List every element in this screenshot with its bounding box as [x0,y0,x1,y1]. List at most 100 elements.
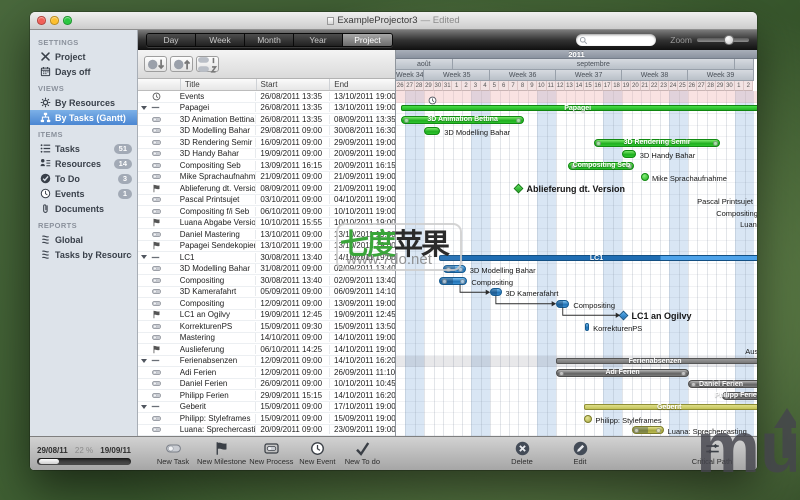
sidebar-item-by-tasks-gantt[interactable]: By Tasks (Gantt) [30,110,137,125]
table-row-ablieferung-dt-version[interactable]: Ablieferung dt. Version08/09/2011 09:002… [138,183,395,195]
column-header-start[interactable]: Start [256,79,330,90]
bar-label: Adi Ferien [605,369,639,376]
table-row-lc1-an-ogilvy[interactable]: LC1 an Ogilvy19/09/2011 12:4519/09/2011 … [138,310,395,322]
search-field[interactable] [576,34,656,46]
table-row-3d-kamerafahrt[interactable]: 3D Kamerafahrt05/09/2011 09:0006/09/2011… [138,287,395,299]
numbering-button[interactable] [196,56,219,72]
table-row-events[interactable]: Events26/08/2011 13:3513/10/2011 19:00 [138,91,395,103]
table-row-3d-handy-bahar[interactable]: 3D Handy Bahar19/09/2011 09:0020/09/2011… [138,149,395,161]
pill-icon [151,115,162,124]
task-bar[interactable] [585,323,589,331]
people-icon [40,158,51,169]
delete-button[interactable]: Delete [501,441,543,466]
sidebar-item-days-off[interactable]: Days off [30,64,137,79]
table-row-papagei[interactable]: Papagei26/08/2011 13:3513/10/2011 19:00 [138,103,395,115]
table-row-compositing-seb[interactable]: Compositing Seb13/09/2011 16:1520/09/201… [138,160,395,172]
scale-tab-day[interactable]: Day [147,34,196,46]
table-row-geberit[interactable]: Geberit15/09/2011 09:0017/10/2011 19:00 [138,402,395,414]
task-bar[interactable] [622,150,636,158]
task-title-cell: Daniel Ferien [180,379,256,388]
new-to-do-button[interactable]: New To do [341,441,383,466]
sidebar-item-documents[interactable]: Documents [30,201,137,216]
table-row-daniel-ferien[interactable]: Daniel Ferien26/09/2011 09:0010/10/2011 … [138,379,395,391]
table-row-pascal-printsujet[interactable]: Pascal Printsujet03/10/2011 09:0004/10/2… [138,195,395,207]
sidebar: SETTINGSProjectDays offVIEWSBy Resources… [30,30,138,436]
sidebar-item-resources[interactable]: Resources14 [30,156,137,171]
scale-tab-week[interactable]: Week [196,34,245,46]
new-process-button[interactable]: New Process [249,441,293,466]
gantt-row-auslieferung: Auslieferung [396,344,757,356]
task-bar[interactable] [424,127,440,135]
sort-descending-button[interactable] [144,56,167,72]
new-task-button[interactable]: New Task [152,441,194,466]
edit-button[interactable]: Edit [559,441,601,466]
disclosure-triangle[interactable] [141,255,147,259]
column-header-title[interactable]: Title [180,79,256,90]
task-bar[interactable] [632,426,664,434]
task-dot[interactable] [641,173,649,181]
document-proxy-icon [327,17,334,25]
column-header-end[interactable]: End [329,79,395,90]
task-title-cell: Philipp Ferien [180,391,256,400]
table-row-auslieferung[interactable]: Auslieferung06/10/2011 14:2514/10/2011 1… [138,344,395,356]
gantt-row-mastering [396,333,757,345]
pill-icon [151,276,162,285]
button-label: New To do [345,457,380,466]
table-row-mike-sprachaufnahme[interactable]: Mike Sprachaufnahme21/09/2011 09:0021/09… [138,172,395,184]
task-end-cell: 21/09/2011 19:00 [329,172,395,181]
task-title-cell: KorrekturenPS [180,322,256,331]
sidebar-item-tasks-by-resource[interactable]: Tasks by Resource [30,247,137,262]
search-input[interactable] [590,36,650,45]
milestone-diamond[interactable] [619,310,629,320]
timeline-scroll-slider[interactable] [37,458,131,465]
new-event-button[interactable]: New Event [296,441,338,466]
sidebar-item-by-resources[interactable]: By Resources [30,95,137,110]
task-start-cell: 15/09/2011 09:00 [255,402,329,411]
sidebar-section-title: VIEWS [30,79,137,95]
table-row-luana-sprechercasting[interactable]: Luana: Sprechercasting20/09/2011 09:0023… [138,425,395,437]
task-bar[interactable] [490,288,501,296]
task-bar[interactable] [439,277,467,285]
table-row-compositing-f-i-seb[interactable]: Compositing f/i Seb06/10/2011 09:0010/10… [138,206,395,218]
table-row-ferienabsenzen[interactable]: Ferienabsenzen12/09/2011 09:0014/10/2011… [138,356,395,368]
row-icons [138,333,180,342]
table-row-adi-ferien[interactable]: Adi Ferien12/09/2011 09:0026/09/2011 11:… [138,367,395,379]
gantt-row-3d-rendering-semir: 3D Rendering Semir [396,137,757,149]
sidebar-item-tasks[interactable]: Tasks51 [30,141,137,156]
tools-icon [40,51,51,62]
task-bar[interactable] [556,300,569,308]
new-milestone-button[interactable]: New Milestone [197,441,246,466]
scale-tab-year[interactable]: Year [294,34,343,46]
gantt-day-cell: 29 [716,81,725,91]
disclosure-triangle[interactable] [141,106,147,110]
sort-ascending-button[interactable] [170,56,193,72]
pill-icon [151,172,162,181]
table-row-3d-modelling-bahar[interactable]: 3D Modelling Bahar29/08/2011 09:0030/08/… [138,126,395,138]
zoom-slider[interactable] [697,38,749,42]
table-row-compositing[interactable]: Compositing12/09/2011 09:0013/09/2011 19… [138,298,395,310]
sidebar-item-events[interactable]: Events1 [30,186,137,201]
scale-toolbar: DayWeekMonthYearProject Zoom [138,30,757,50]
table-row-philipp-styleframes[interactable]: Philipp: Styleframes15/09/2011 09:0015/0… [138,413,395,425]
table-row-3d-animation-bettina[interactable]: 3D Animation Bettina26/08/2011 13:3508/0… [138,114,395,126]
timeline-scroll-thumb[interactable] [39,459,60,464]
deleteic-icon [514,441,531,456]
row-icons [138,230,180,239]
table-row-philipp-ferien[interactable]: Philipp Ferien29/09/2011 15:1514/10/2011… [138,390,395,402]
table-row-compositing[interactable]: Compositing30/08/2011 13:4002/09/2011 13… [138,275,395,287]
sidebar-item-global[interactable]: Global [30,232,137,247]
milestone-diamond[interactable] [514,184,524,194]
disclosure-triangle[interactable] [141,405,147,409]
scale-tab-project[interactable]: Project [343,34,392,46]
scale-tab-month[interactable]: Month [245,34,294,46]
table-row-korrekturenps[interactable]: KorrekturenPS15/09/2011 09:3015/09/2011 … [138,321,395,333]
sidebar-item-project[interactable]: Project [30,49,137,64]
task-dot[interactable] [584,415,592,423]
zoom-slider-thumb[interactable] [724,35,734,45]
sidebar-section-title: SETTINGS [30,33,137,49]
table-row-mastering[interactable]: Mastering14/10/2011 09:0014/10/2011 19:0… [138,333,395,345]
sidebar-item-to-do[interactable]: To Do3 [30,171,137,186]
disclosure-triangle[interactable] [141,359,147,363]
table-row-3d-rendering-semir[interactable]: 3D Rendering Semir16/09/2011 09:0029/09/… [138,137,395,149]
gantt-day-cell: 14 [575,81,584,91]
